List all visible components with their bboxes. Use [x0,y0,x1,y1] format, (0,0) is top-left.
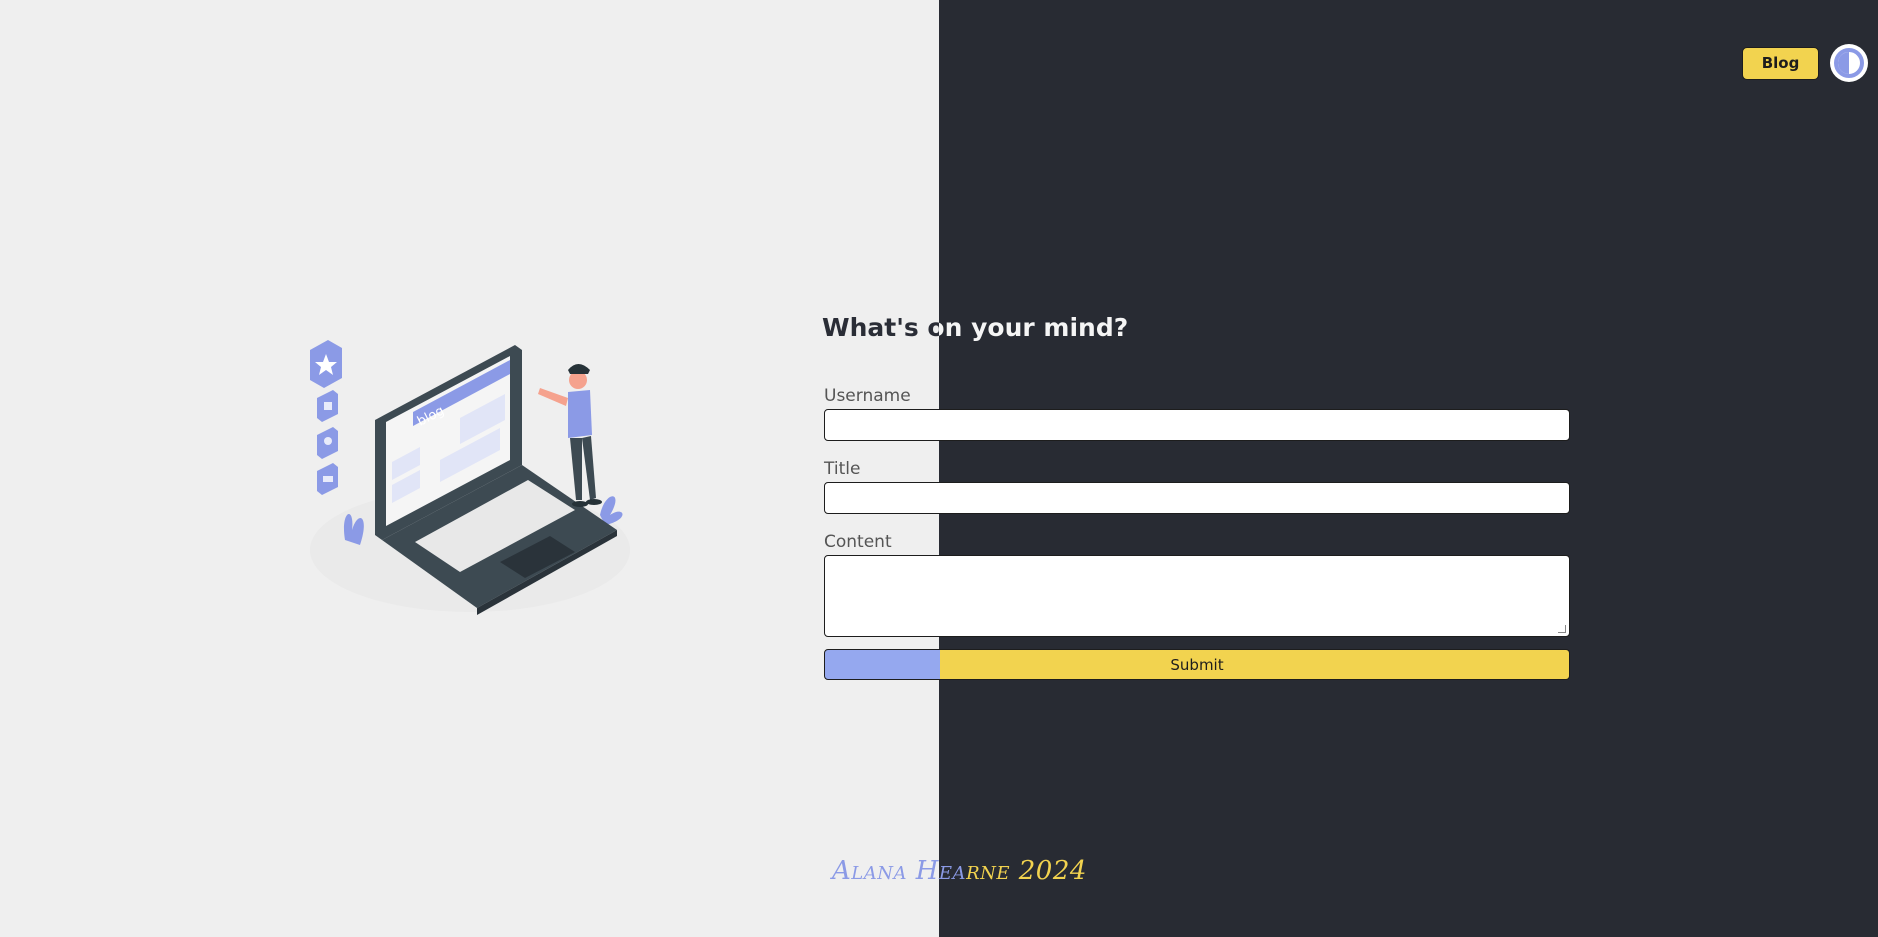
star-icon [310,340,342,388]
contrast-icon [1834,48,1864,78]
content-textarea[interactable] [824,555,1570,637]
blogging-laptop-illustration: blog [310,340,630,615]
form-heading: What's on your mind? [822,310,1572,346]
content-label: Content [824,532,892,552]
theme-toggle-button[interactable] [1830,44,1868,82]
username-input[interactable] [824,409,1570,441]
top-actions: Blog [1742,44,1868,82]
footer-text-light: Alana Hea [832,856,967,886]
footer-text-dark: rne 2024 [966,856,1087,886]
submit-button[interactable]: Submit [824,649,1570,680]
title-input[interactable] [824,482,1570,514]
heart-icon [317,427,338,459]
title-label: Title [824,459,861,479]
like-icon [317,390,338,422]
resize-handle-icon[interactable] [1558,625,1566,633]
blog-button[interactable]: Blog [1742,46,1819,80]
post-form: What's on your mind? Username Title Cont… [822,310,1572,680]
footer-signature: Alana Hea rne 2024 [832,856,1087,890]
username-label: Username [824,386,911,406]
image-icon [317,463,338,495]
